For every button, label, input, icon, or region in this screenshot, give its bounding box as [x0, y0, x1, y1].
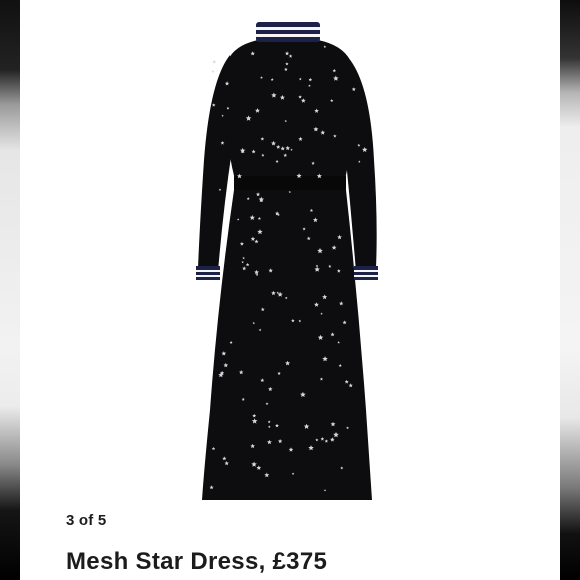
right-cuff: [354, 266, 378, 280]
image-counter: 3 of 5: [66, 512, 107, 529]
collar: [256, 22, 320, 42]
product-card: 3 of 5 Mesh Star Dress, £375: [20, 0, 560, 580]
skirt: [202, 190, 372, 500]
background-blur-left: [0, 0, 20, 580]
background-blur-right: [560, 0, 580, 580]
bodice: [225, 40, 354, 180]
left-cuff: [196, 266, 220, 280]
product-title: Mesh Star Dress, £375: [66, 548, 328, 575]
dress-product-image[interactable]: [20, 0, 560, 505]
waistband: [234, 176, 346, 192]
